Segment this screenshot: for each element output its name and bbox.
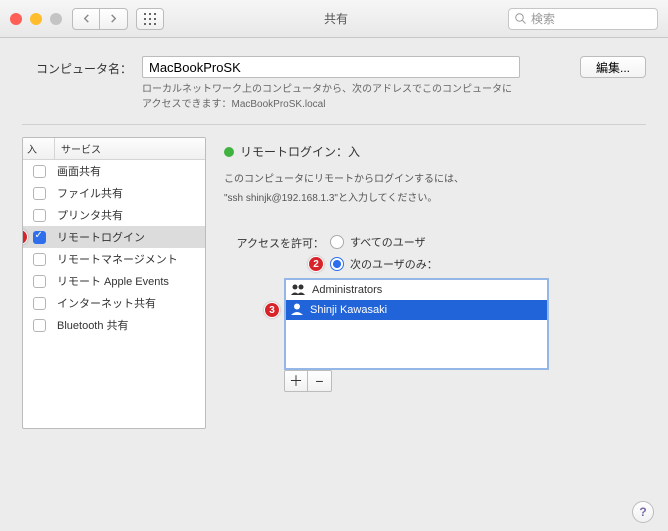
service-label: ファイル共有 [55, 185, 123, 201]
show-all-button[interactable] [136, 8, 164, 30]
service-label: プリンタ共有 [55, 207, 123, 223]
help-button[interactable]: ? [632, 501, 654, 523]
group-icon [290, 283, 306, 298]
nav-buttons [72, 8, 128, 30]
window-title: 共有 [164, 10, 508, 27]
add-user-button[interactable]: ＋ [284, 370, 308, 392]
service-row[interactable]: 画面共有 [23, 160, 205, 182]
service-label: 画面共有 [55, 163, 101, 179]
service-row[interactable]: インターネット共有 [23, 292, 205, 314]
computer-name-label: コンピュータ名： [22, 56, 142, 77]
service-label: リモートログイン [55, 229, 145, 245]
search-placeholder: 検索 [531, 10, 555, 27]
radio-icon [330, 257, 344, 271]
service-label: Bluetooth 共有 [55, 317, 129, 333]
separator [22, 124, 646, 125]
service-row[interactable]: ファイル共有 [23, 182, 205, 204]
service-row[interactable]: Bluetooth 共有 [23, 314, 205, 336]
remove-user-button[interactable]: − [308, 370, 332, 392]
status-on-icon [224, 147, 234, 157]
access-label: アクセスを許可： [224, 234, 324, 251]
user-icon [290, 303, 304, 318]
window-controls [10, 13, 62, 25]
radio-only-users[interactable]: 2 次のユーザのみ： [330, 256, 438, 272]
search-input[interactable]: 検索 [508, 8, 658, 30]
zoom-icon[interactable] [50, 13, 62, 25]
back-button[interactable] [72, 8, 100, 30]
service-label: リモートマネージメント [55, 251, 178, 267]
service-checkbox[interactable] [33, 253, 46, 266]
computer-name-desc: ローカルネットワーク上のコンピュータから、次のアドレスでこのコンピュータにアクセ… [142, 82, 518, 112]
service-label: リモート Apple Events [55, 273, 169, 289]
service-label: インターネット共有 [55, 295, 156, 311]
user-list[interactable]: Administrators 3Shinji Kawasaki [284, 278, 549, 370]
service-checkbox[interactable] [33, 297, 46, 310]
computer-name-input[interactable] [142, 56, 520, 78]
service-checkbox[interactable] [33, 275, 46, 288]
service-row[interactable]: 1リモートログイン [23, 226, 205, 248]
service-checkbox[interactable] [33, 319, 46, 332]
radio-only-label: 次のユーザのみ： [350, 256, 438, 272]
search-icon [515, 13, 527, 25]
user-label: Administrators [312, 284, 382, 296]
annotation-badge-3: 3 [264, 302, 280, 318]
service-checkbox[interactable] [33, 187, 46, 200]
service-row[interactable]: プリンタ共有 [23, 204, 205, 226]
service-checkbox[interactable] [33, 165, 46, 178]
service-checkbox[interactable] [33, 231, 46, 244]
services-list: 入 サービス 画面共有ファイル共有プリンタ共有 1リモートログインリモートマネージ… [22, 137, 206, 429]
services-header-on: 入 [23, 138, 55, 159]
radio-icon [330, 235, 344, 249]
status-desc: このコンピュータにリモートからログインするには、"ssh shinjk@192.… [224, 170, 646, 208]
radio-all-label: すべてのユーザ [350, 234, 426, 250]
status-title: リモートログイン：入 [240, 143, 360, 160]
service-row[interactable]: リモートマネージメント [23, 248, 205, 270]
edit-button[interactable]: 編集... [580, 56, 646, 78]
user-label: Shinji Kawasaki [310, 304, 387, 316]
user-row[interactable]: 3Shinji Kawasaki [286, 300, 547, 320]
annotation-badge-2: 2 [308, 256, 324, 272]
close-icon[interactable] [10, 13, 22, 25]
radio-all-users[interactable]: すべてのユーザ [330, 234, 438, 250]
titlebar: 共有 検索 [0, 0, 668, 38]
user-row[interactable]: Administrators [286, 280, 547, 300]
services-header-service: サービス [55, 138, 205, 159]
service-row[interactable]: リモート Apple Events [23, 270, 205, 292]
minimize-icon[interactable] [30, 13, 42, 25]
forward-button[interactable] [100, 8, 128, 30]
service-checkbox[interactable] [33, 209, 46, 222]
